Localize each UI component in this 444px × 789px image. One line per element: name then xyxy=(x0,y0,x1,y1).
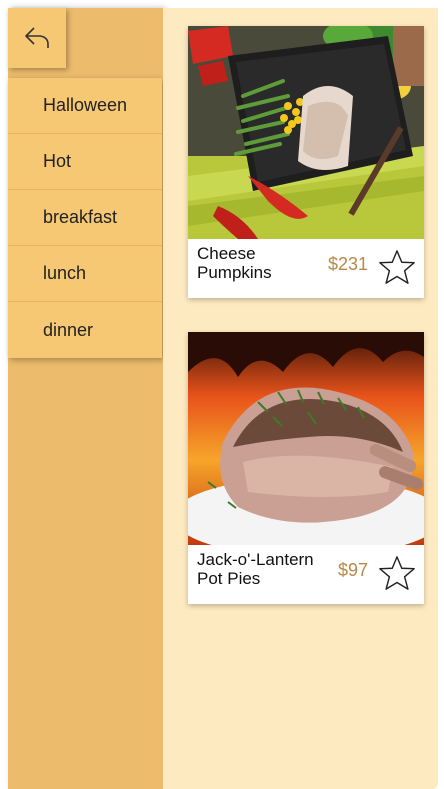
back-arrow-icon xyxy=(25,27,49,48)
menu-item-label: Halloween xyxy=(43,95,128,115)
menu-item-lunch[interactable]: lunch xyxy=(8,246,162,302)
menu-item-label: Hot xyxy=(43,151,72,171)
product-title: Jack-o'-Lantern Pot Pies xyxy=(197,550,314,588)
product-footer: Jack-o'-Lantern Pot Pies $97 xyxy=(188,545,424,604)
star-outline-icon[interactable] xyxy=(378,248,416,286)
app-root: Halloween Hot breakfast lunch dinner Che… xyxy=(0,0,444,789)
product-card[interactable]: Cheese Pumpkins $231 xyxy=(188,26,424,298)
product-price: $231 xyxy=(327,254,368,274)
sidebar: Halloween Hot breakfast lunch dinner xyxy=(8,8,163,789)
back-button[interactable] xyxy=(8,8,66,68)
menu-item-dinner[interactable]: dinner xyxy=(8,302,162,358)
product-image xyxy=(188,26,424,239)
menu-item-halloween[interactable]: Halloween xyxy=(8,78,162,134)
product-title: Cheese Pumpkins xyxy=(197,244,272,282)
product-footer: Cheese Pumpkins $231 xyxy=(188,239,424,298)
menu-item-label: dinner xyxy=(43,319,94,340)
product-price: $97 xyxy=(337,560,368,580)
menu-item-breakfast[interactable]: breakfast xyxy=(8,190,162,246)
product-card[interactable]: Jack-o'-Lantern Pot Pies $97 xyxy=(188,332,424,604)
category-menu: Halloween Hot breakfast lunch dinner xyxy=(8,78,162,358)
menu-item-label: breakfast xyxy=(43,207,118,227)
menu-item-label: lunch xyxy=(43,263,87,283)
menu-item-hot[interactable]: Hot xyxy=(8,134,162,190)
product-image xyxy=(188,332,424,545)
star-outline-icon[interactable] xyxy=(378,554,416,592)
